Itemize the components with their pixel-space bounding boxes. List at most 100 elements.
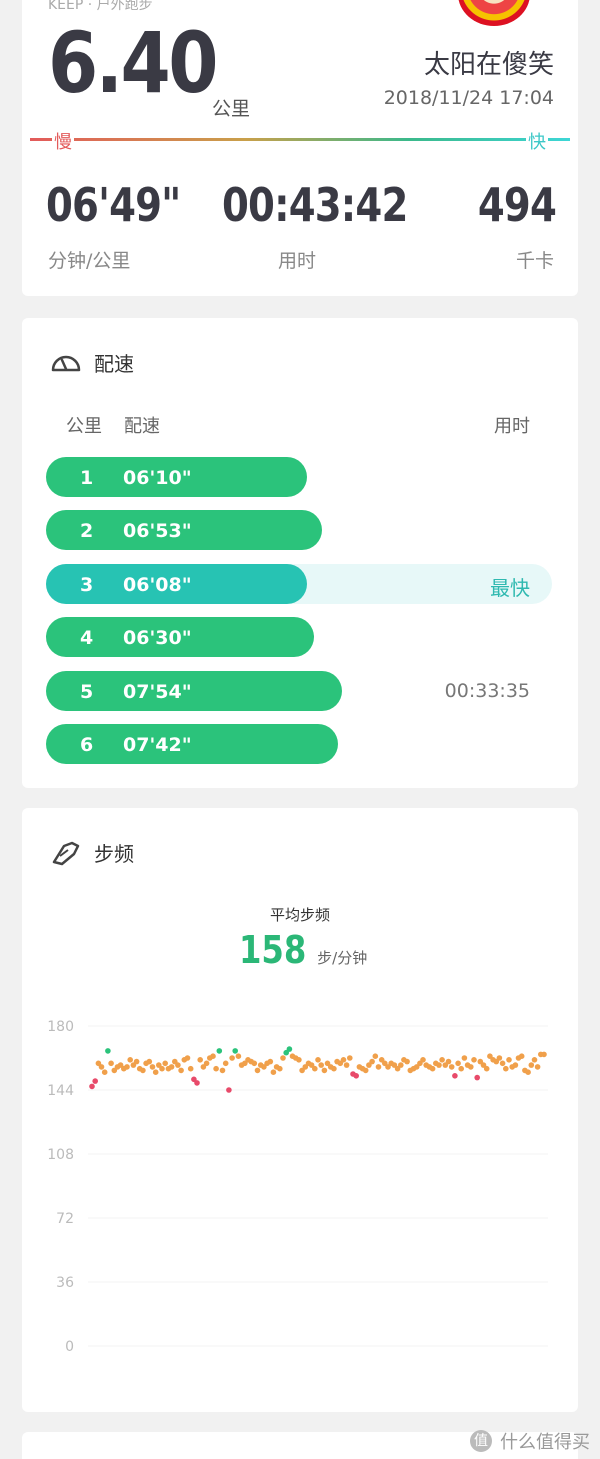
source-label: KEEP · 户外跑步 [48,0,153,13]
pace-row-pace: 06'08" [123,573,192,596]
cadence-point [496,1055,503,1061]
avg-cadence-title: 平均步频 [269,906,330,924]
cadence-point [219,1067,226,1074]
cadence-point [286,1046,293,1052]
pace-row[interactable]: 4 06'30" [46,617,552,658]
pace-row[interactable]: 2 06'53" [46,510,552,551]
cadence-point [436,1062,442,1068]
pace-row[interactable]: 6 07'42" [46,724,552,764]
cadence-point [108,1060,114,1067]
pace-row-km: 1 [80,467,94,489]
cadence-point [362,1067,369,1074]
pace-row-km: 4 [80,627,94,650]
y-tick-label: 180 [47,1019,74,1035]
cadence-point [251,1060,258,1067]
cadence-point [267,1058,274,1065]
cadence-point [92,1078,98,1084]
cadence-point [439,1057,445,1063]
pace-row-pace: 07'54" [123,680,192,703]
username[interactable]: 太阳在傻笑 [424,44,554,81]
cadence-point [525,1069,531,1075]
cadence-point [159,1065,165,1072]
column-header-pace: 配速 [124,416,160,437]
cadence-point [162,1060,168,1067]
column-header-time: 用时 [494,416,530,437]
cadence-point [518,1053,525,1059]
watermark: 值 什么值得买 [470,1428,590,1454]
cadence-point [318,1062,325,1068]
cadence-point [197,1057,203,1063]
speed-gradient-bar [30,138,570,141]
pace-row-km: 2 [80,520,94,543]
cadence-point [499,1060,506,1067]
cadence-point [445,1058,452,1065]
run-summary-card: KEEP · 户外跑步 6.40 公里 太阳在傻笑 2018/11/24 17:… [22,0,578,296]
cadence-point [152,1069,159,1075]
cadence-point [506,1057,512,1063]
pace-header: 配速 [50,348,134,377]
cadence-title: 步频 [94,842,134,866]
y-tick-label: 72 [56,1211,74,1227]
duration-label: 用时 [278,250,317,272]
cadence-point [105,1048,111,1054]
pace-row-km: 5 [80,680,94,703]
cadence-point [353,1073,360,1079]
y-tick-label: 108 [47,1147,74,1163]
cadence-point [468,1064,474,1070]
pace-row-pace: 06'10" [123,467,192,489]
duration-value: 00:43:42 [222,178,408,232]
cadence-point [429,1065,436,1072]
cadence-point [296,1057,302,1063]
run-datetime: 2018/11/24 17:04 [383,87,554,109]
pace-card: 配速 公里 配速 用时 1 06'10" 2 06'53" 3 06'08" 最快 4 06'3… [22,318,578,788]
fast-label: 快 [526,128,548,154]
cadence-point [124,1064,130,1070]
cadence-point [452,1073,458,1079]
cadence-point [404,1058,410,1065]
cadence-point [222,1060,229,1067]
cadence-point [534,1064,541,1070]
cadence-point [420,1057,426,1063]
calories-value: 494 [477,178,557,232]
y-tick-label: 0 [65,1339,74,1355]
cadence-point [89,1083,95,1090]
cadence-point [229,1055,235,1061]
avatar[interactable] [458,0,530,26]
cadence-point [277,1065,283,1072]
cadence-point [369,1058,375,1065]
cadence-point [140,1067,146,1074]
cadence-point [210,1053,216,1059]
cadence-point [331,1065,337,1072]
pace-title: 配速 [94,352,134,376]
cadence-point [340,1057,347,1063]
cadence-point [471,1057,477,1063]
pace-row[interactable]: 1 06'10" [46,457,552,497]
cadence-point [398,1062,404,1068]
cadence-point [235,1053,242,1059]
cadence-point [343,1062,350,1068]
pace-row-km: 6 [80,734,94,756]
column-header-km: 公里 [66,416,102,437]
cadence-point [458,1065,465,1072]
pace-row-elapsed: 00:33:35 [444,679,530,702]
cadence-scatter-chart: 180 144 108 72 36 0 [47,1019,548,1355]
cadence-point [149,1064,156,1070]
pace-row[interactable]: 5 07'54" 00:33:35 [46,670,552,711]
pace-row[interactable]: 3 06'08" 最快 [46,563,552,604]
cadence-point [184,1055,191,1061]
cadence-point [312,1065,318,1072]
cadence-point [375,1064,382,1070]
cadence-point [127,1057,133,1063]
cadence-point [146,1058,153,1065]
cadence-point [168,1064,175,1070]
cadence-point [541,1051,547,1058]
cadence-point [178,1067,184,1074]
pace-row-pace: 07'42" [123,734,192,756]
cadence-point [187,1065,194,1072]
cadence-point [101,1069,108,1075]
cadence-point [455,1060,461,1067]
fastest-badge: 最快 [490,575,530,600]
watermark-logo-icon: 值 [470,1430,492,1452]
distance-value: 6.40 [48,14,219,112]
distance-unit: 公里 [212,98,251,120]
